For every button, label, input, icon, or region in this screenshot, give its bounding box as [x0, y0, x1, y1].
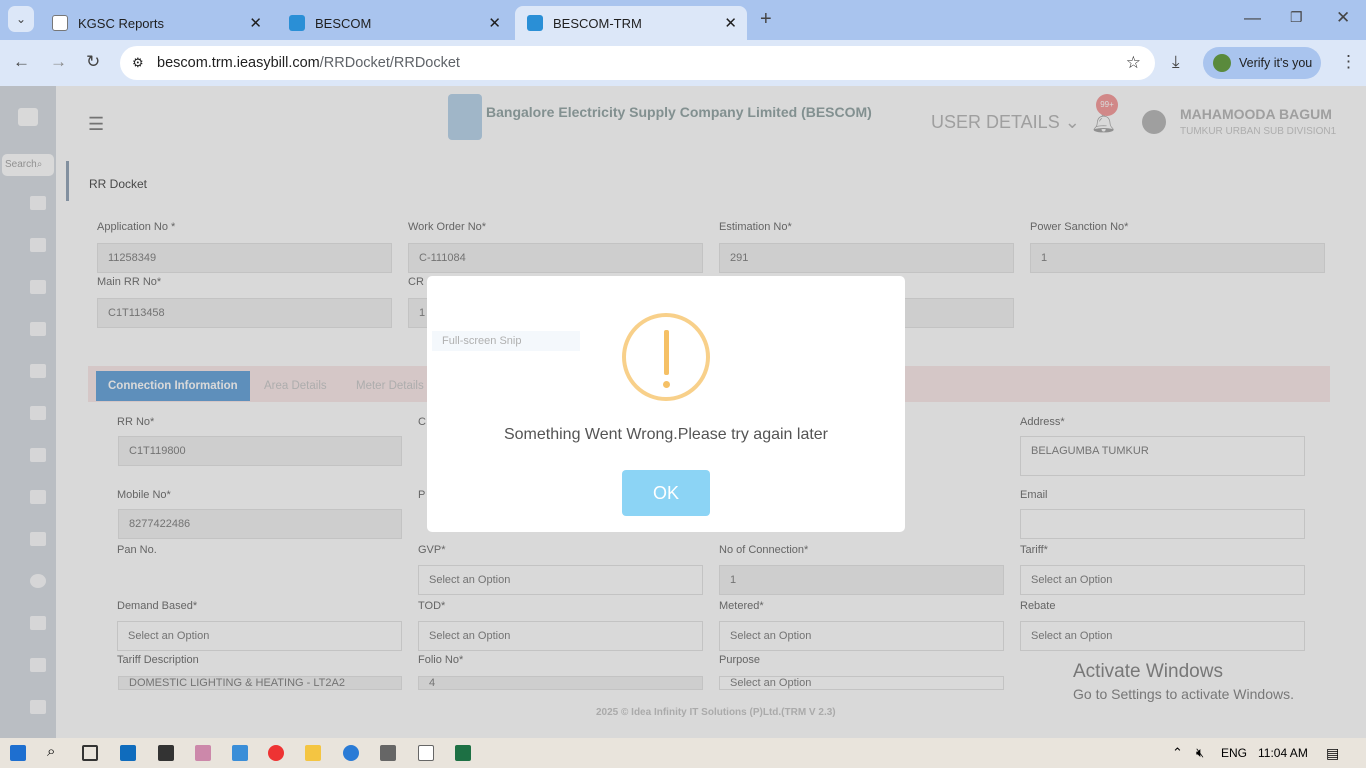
activate-windows-subtitle: Go to Settings to activate Windows.: [1073, 686, 1294, 702]
bookmark-star-icon[interactable]: ☆: [1126, 53, 1141, 73]
notepad-icon[interactable]: [418, 745, 434, 761]
snip-tooltip: Full-screen Snip: [432, 331, 580, 351]
site-info-icon[interactable]: ⚙: [132, 55, 144, 71]
volume-muted-icon[interactable]: 🔇︎: [1196, 745, 1204, 761]
close-icon[interactable]: ✕: [249, 14, 262, 32]
menu-icon[interactable]: ⋮: [1340, 52, 1357, 72]
back-button[interactable]: ←: [13, 52, 30, 72]
site-icon: [527, 15, 543, 31]
restore-button[interactable]: ❐: [1290, 9, 1303, 26]
tab-label: KGSC Reports: [78, 15, 164, 31]
taskbar: ⌕ ⌃ 🔇︎ ENG 11:04 AM ▤: [0, 738, 1366, 768]
notifications-icon[interactable]: ▤: [1326, 745, 1339, 762]
tab-strip: ⌄ KGSC Reports ✕ BESCOM ✕ BESCOM-TRM ✕ + — …: [0, 0, 1366, 40]
tab-bescom-trm[interactable]: BESCOM-TRM ✕: [515, 6, 747, 40]
excel-icon[interactable]: [455, 745, 471, 761]
file-explorer-icon[interactable]: [305, 745, 321, 761]
error-dialog: Something Went Wrong.Please try again la…: [427, 276, 905, 532]
tab-kgsc[interactable]: KGSC Reports ✕: [40, 6, 272, 40]
verify-button[interactable]: Verify it's you: [1203, 47, 1321, 79]
minimize-button[interactable]: —: [1244, 8, 1261, 28]
remote-desktop-icon[interactable]: [232, 745, 248, 761]
tab-label: BESCOM: [315, 15, 372, 31]
language-indicator[interactable]: ENG: [1221, 746, 1247, 760]
warning-icon: [622, 313, 710, 401]
forward-button[interactable]: →: [50, 52, 67, 72]
document-icon: [52, 15, 68, 31]
task-view-icon[interactable]: [82, 745, 98, 761]
profile-icon: [1213, 54, 1231, 72]
reload-button[interactable]: ↻: [86, 52, 100, 72]
tab-bescom[interactable]: BESCOM ✕: [277, 6, 511, 40]
sticky-notes-icon[interactable]: [158, 745, 174, 761]
tab-search-button[interactable]: ⌄: [8, 6, 34, 32]
outlook-icon[interactable]: [120, 745, 136, 761]
address-bar[interactable]: ⚙ bescom.trm.ieasybill.com/RRDocket/RRDo…: [120, 46, 1155, 80]
chrome-icon[interactable]: [268, 745, 284, 761]
browser-icon[interactable]: [343, 745, 359, 761]
close-window-button[interactable]: ✕: [1336, 8, 1350, 28]
clock[interactable]: 11:04 AM: [1258, 746, 1308, 760]
verify-label: Verify it's you: [1239, 56, 1313, 70]
close-icon[interactable]: ✕: [488, 14, 501, 32]
new-tab-button[interactable]: +: [760, 8, 772, 31]
url-host: bescom.trm.ieasybill.com: [157, 55, 320, 71]
tab-label: BESCOM-TRM: [553, 15, 642, 31]
activate-windows-title: Activate Windows: [1073, 661, 1223, 682]
error-message: Something Went Wrong.Please try again la…: [503, 426, 829, 443]
download-icon[interactable]: ⤓: [1172, 52, 1180, 72]
windows-start-icon[interactable]: [10, 745, 26, 761]
paint-icon[interactable]: [195, 745, 211, 761]
search-icon[interactable]: ⌕: [47, 743, 63, 760]
browser-toolbar: ← → ↻ ⚙ bescom.trm.ieasybill.com/RRDocke…: [0, 40, 1366, 86]
ok-button[interactable]: OK: [622, 470, 710, 516]
chevron-up-icon[interactable]: ⌃: [1172, 745, 1183, 761]
url-path: /RRDocket/RRDocket: [319, 55, 460, 71]
calculator-icon[interactable]: [380, 745, 396, 761]
close-icon[interactable]: ✕: [724, 14, 737, 32]
site-icon: [289, 15, 305, 31]
footer: 2025 © Idea Infinity IT Solutions (P)Ltd…: [596, 707, 836, 718]
